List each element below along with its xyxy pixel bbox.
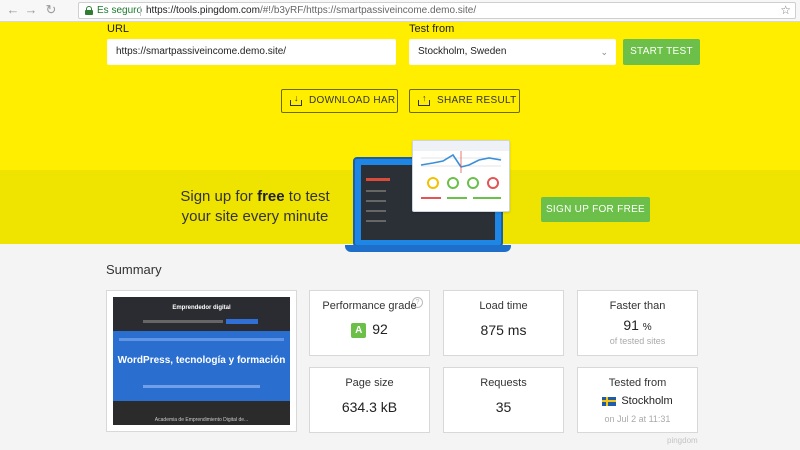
requests-card: Requests 35: [443, 367, 564, 433]
promo-line1-post: to test: [284, 188, 330, 205]
faster-than-value: 91: [623, 317, 639, 333]
load-time-value: 875 ms: [480, 322, 527, 338]
load-time-title: Load time: [479, 300, 528, 312]
faster-than-title: Faster than: [609, 300, 666, 312]
divider: [140, 6, 141, 16]
sign-up-for-free-button[interactable]: SIGN UP FOR FREE: [541, 197, 650, 222]
tested-from-value: Stockholm: [621, 395, 673, 407]
download-har-label: DOWNLOAD HAR: [309, 95, 396, 106]
url-text: https://tools.pingdom.com/#!/b3yRF/https…: [146, 5, 476, 16]
requests-value: 35: [495, 399, 512, 415]
faster-than-sub: of tested sites: [609, 336, 666, 346]
performance-grade-title: Performance grade: [322, 300, 417, 312]
chevron-down-icon: ⌄: [600, 47, 608, 57]
sweden-flag-icon: [602, 396, 617, 406]
url-path: /#!/b3yRF/https://smartpassiveincome.dem…: [259, 5, 477, 16]
faster-than-value-row: 91 %: [578, 317, 697, 333]
tested-from-sub: on Jul 2 at 11:31: [604, 414, 671, 424]
illustration-sidebar: [362, 170, 394, 240]
secure-label: Es seguro: [97, 5, 143, 16]
test-from-label: Test from: [409, 23, 455, 35]
share-icon: ↑: [418, 94, 430, 106]
promo-line1-bold: free: [257, 188, 285, 205]
thumb-caption: Academia de Emprendimiento Digital de...: [154, 417, 249, 423]
thumb-headline: WordPress, tecnología y formación: [117, 355, 286, 366]
illustration-chart: [413, 141, 509, 199]
back-arrow-icon[interactable]: ←: [6, 3, 20, 17]
performance-grade-value-row: A 92: [310, 321, 429, 338]
browser-toolbar: ← → ↻ Es seguro https://tools.pingdom.co…: [0, 0, 800, 22]
test-from-select[interactable]: Stockholm, Sweden ⌄: [409, 39, 616, 65]
star-icon[interactable]: ☆: [780, 3, 791, 17]
tested-from-value-row: Stockholm: [578, 395, 697, 407]
site-screenshot-thumbnail: Emprendedor digital WordPress, tecnologí…: [113, 297, 290, 425]
promo-line2: your site every minute: [181, 208, 329, 225]
url-label: URL: [107, 23, 130, 35]
download-icon: ↓: [290, 94, 302, 106]
faster-than-card: Faster than 91 % of tested sites: [577, 290, 698, 356]
grade-badge: A: [351, 322, 367, 338]
performance-grade-value: 92: [372, 321, 388, 337]
test-from-value: Stockholm, Sweden: [418, 46, 507, 57]
reload-icon[interactable]: ↻: [44, 3, 58, 17]
faster-than-unit: %: [642, 322, 652, 333]
url-host: https://tools.pingdom.com: [146, 5, 260, 16]
download-har-button[interactable]: ↓ DOWNLOAD HAR: [281, 89, 398, 113]
tested-from-card: Tested from Stockholm on Jul 2 at 11:31: [577, 367, 698, 433]
promo-line1-pre: Sign up for: [180, 188, 258, 205]
load-time-card: Load time 875 ms: [443, 290, 564, 356]
pingdom-footer-mark: pingdom: [667, 436, 698, 445]
start-test-button[interactable]: START TEST: [623, 39, 700, 65]
promo-text: Sign up for free to test your site every…: [140, 187, 370, 227]
page-size-title: Page size: [345, 377, 394, 389]
lock-icon: [85, 6, 93, 15]
thumb-site-name: Emprendedor digital: [172, 305, 231, 311]
page-size-value: 634.3 kB: [341, 399, 398, 415]
summary-title: Summary: [106, 262, 162, 277]
tested-from-title: Tested from: [608, 377, 667, 389]
address-bar[interactable]: Es seguro https://tools.pingdom.com/#!/b…: [78, 2, 796, 19]
share-result-label: SHARE RESULT: [437, 95, 517, 106]
share-result-button[interactable]: ↑ SHARE RESULT: [409, 89, 520, 113]
forward-arrow-icon[interactable]: →: [24, 3, 38, 17]
illustration-chart-card: [412, 140, 510, 212]
laptop-base: [345, 245, 511, 252]
requests-title: Requests: [480, 377, 527, 389]
performance-grade-card: ? Performance grade A 92: [309, 290, 430, 356]
url-input-value: https://smartpassiveincome.demo.site/: [116, 46, 287, 57]
page-size-card: Page size 634.3 kB: [309, 367, 430, 433]
url-input[interactable]: https://smartpassiveincome.demo.site/: [107, 39, 396, 65]
